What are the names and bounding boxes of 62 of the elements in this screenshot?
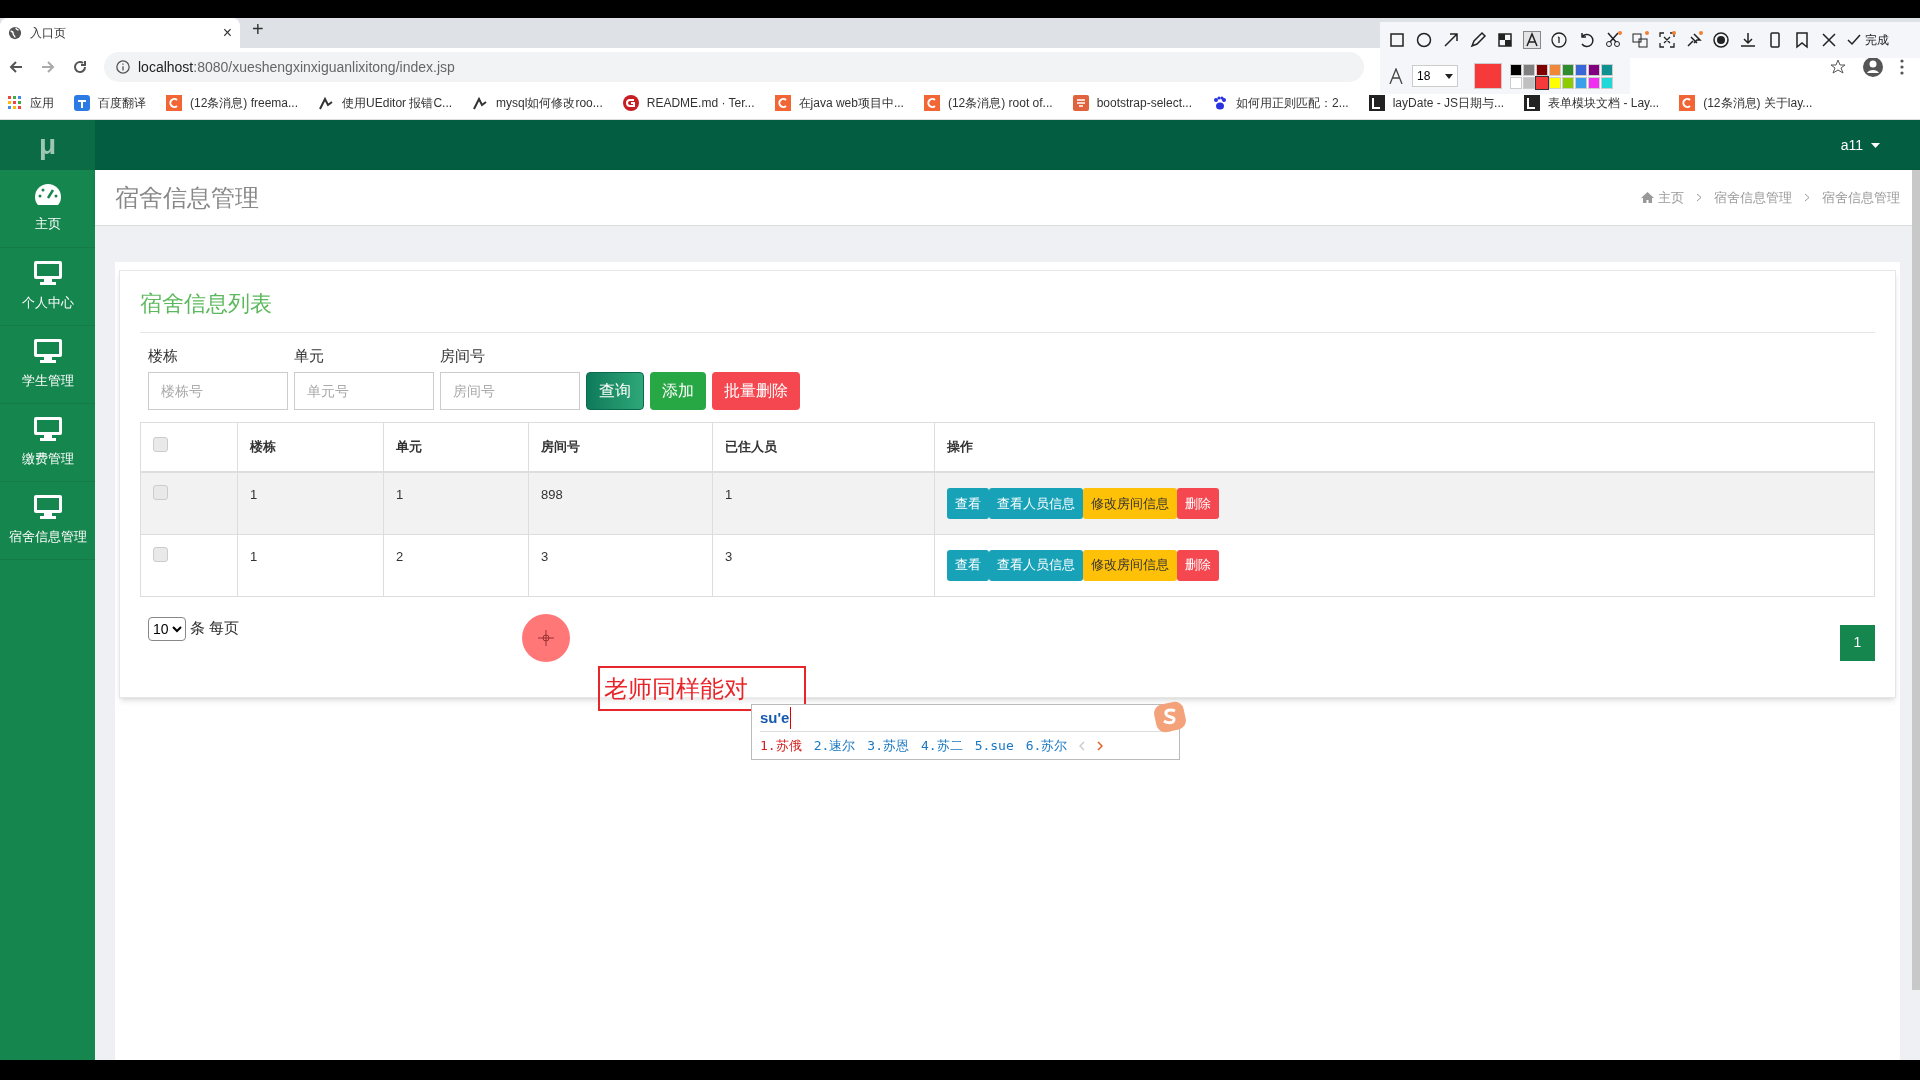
table-cell: 1 [250,487,258,502]
page-title: 宿舍信息管理 [115,182,259,213]
column-header: 单元 [396,439,422,454]
ime-candidate[interactable]: 4.苏二 [920,735,963,756]
query-button[interactable]: 查询 [586,371,644,410]
field-label: 房间号 [440,346,486,366]
input-field[interactable]: 单元号 [294,371,434,410]
bookmark[interactable]: (12条消息) freema... [166,93,299,112]
ime-candidate[interactable]: 1.苏俄 [760,735,802,756]
ime-candidate[interactable]: 6.苏尔 [1025,735,1068,756]
bookmark[interactable]: 在java web项目中... [774,93,904,112]
action-button[interactable]: 删除 [1177,549,1219,581]
table-cell: 898 [541,487,563,502]
logo: μ [0,120,95,170]
card-title: 宿舍信息列表 [140,287,1875,333]
action-button[interactable]: 删除 [1177,487,1219,519]
action-button[interactable]: 修改房间信息 [1083,549,1177,581]
bookmark[interactable]: bootstrap-select... [1072,93,1192,112]
url-text[interactable]: localhost:8080/xueshengxinxiguanlixitong/index.jsp [138,56,455,78]
action-button[interactable]: 修改房间信息 [1083,487,1177,519]
annotation-text: 老师同样能对 [598,666,806,711]
bookmark[interactable]: 表单模块文档 - Lay... [1524,93,1660,112]
input-field[interactable]: 房间号 [440,371,580,410]
ime-candidate[interactable]: 3.苏恩 [867,735,909,756]
table-cell: 1 [396,487,404,502]
table-cell: 2 [396,548,404,564]
done-button[interactable]: 完成 [1847,31,1889,49]
ime-candidate[interactable]: 2.速尔 [813,735,856,756]
table-cell: 3 [541,548,549,564]
table-cell: 3 [725,548,733,564]
tab-title: 入口页 [30,25,67,42]
new-tab-button[interactable]: + [240,14,276,48]
column-header: 已住人员 [725,439,777,454]
font-size-select[interactable]: 18 [1412,65,1458,87]
column-header: 操作 [947,439,973,454]
bookmark[interactable]: mysql如何修改roo... [472,93,603,112]
breadcrumb-item: 宿舍信息管理 [1822,188,1900,207]
bookmark[interactable]: layDate - JS日期与... [1368,93,1505,112]
bookmark[interactable]: 使用UEditor 报错C... [318,93,453,112]
address-bar[interactable]: localhost:8080/xueshengxinxiguanlixitong/index.jsp [104,52,1364,82]
page-size-label: 条 每页 [190,618,240,639]
bookmark[interactable]: (12条消息) 关于lay... [1679,93,1813,112]
table-cell: 1 [725,487,733,502]
input-field[interactable]: 楼栋号 [148,371,288,410]
bookmark[interactable]: (12条消息) root of... [923,93,1053,112]
browser-tab[interactable]: 入口页 × [0,18,240,48]
bookmark[interactable]: 应用 [8,93,54,112]
bookmark[interactable]: 百度翻译 [74,93,146,112]
page-button[interactable]: 1 [1840,624,1875,661]
field-label: 单元 [294,346,325,366]
column-header: 楼栋 [250,439,276,454]
bookmark[interactable]: README.md · Ter... [622,93,755,112]
bookmark[interactable]: 如何用正则匹配：2... [1212,93,1349,112]
delete-button[interactable]: 批量删除 [712,371,800,410]
page-size-select[interactable]: 10 [148,616,186,641]
ime-composition: su'e [760,706,792,730]
ime-candidate[interactable]: 5.sue [974,735,1014,756]
field-label: 楼栋 [148,346,179,366]
table-cell: 1 [250,548,258,564]
close-icon[interactable]: × [222,21,232,45]
column-header: 房间号 [541,439,580,454]
user-menu[interactable]: a11 [1840,134,1880,156]
